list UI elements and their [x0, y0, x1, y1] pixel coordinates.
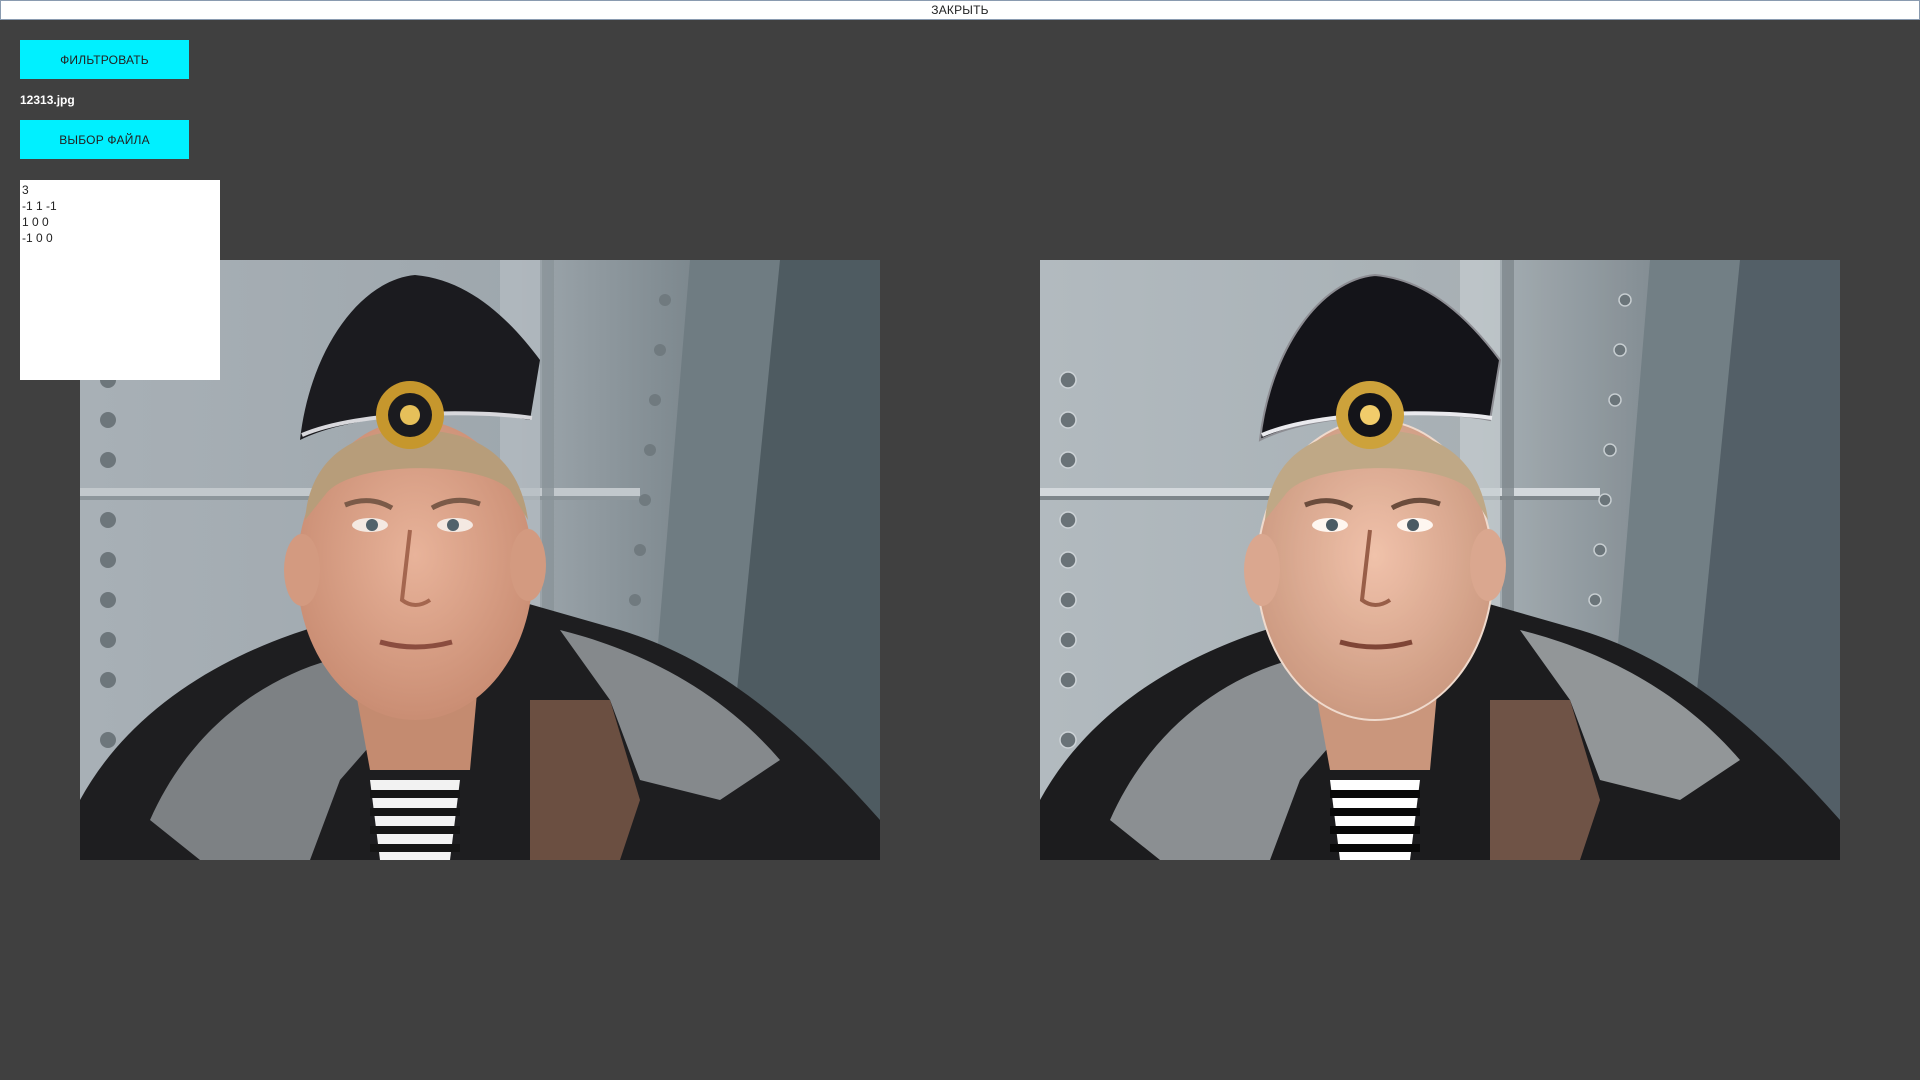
filtered-image-graphic	[1040, 260, 1840, 860]
file-name-label: 12313.jpg	[20, 93, 75, 107]
kernel-input[interactable]	[20, 180, 220, 380]
filtered-image	[1040, 260, 1840, 860]
choose-file-button[interactable]: ВЫБОР ФАЙЛА	[20, 120, 189, 159]
filter-button[interactable]: ФИЛЬТРОВАТЬ	[20, 40, 189, 79]
close-button[interactable]: ЗАКРЫТЬ	[0, 0, 1920, 20]
